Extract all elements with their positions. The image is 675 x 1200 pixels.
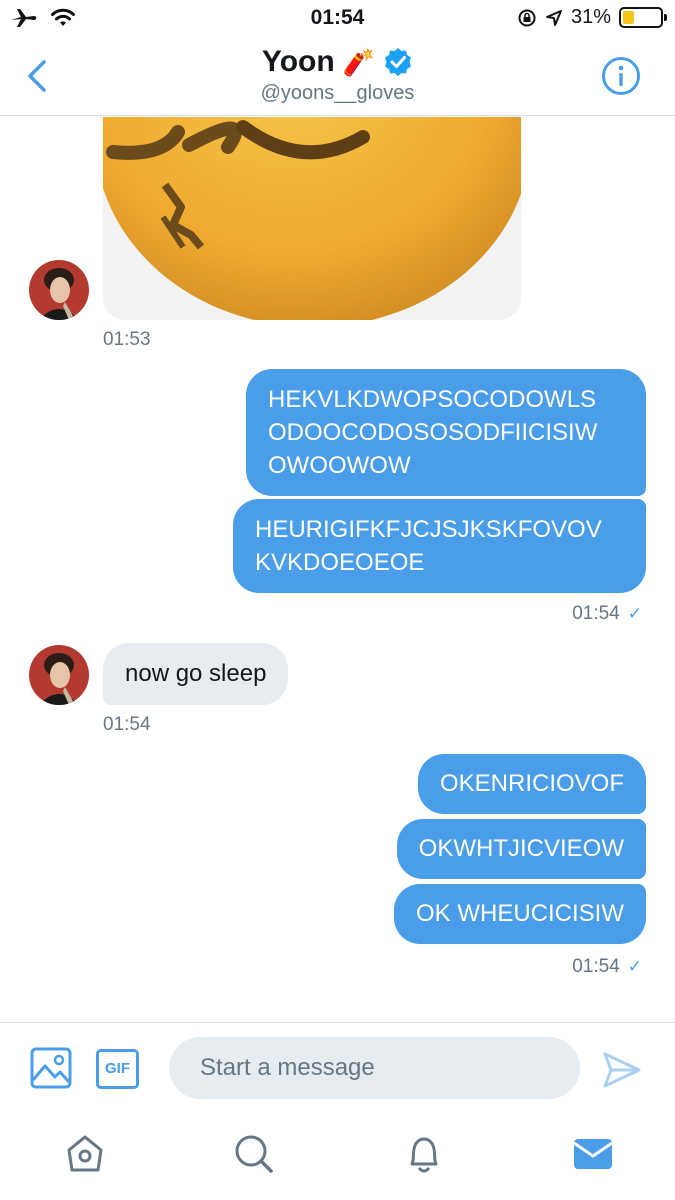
battery-level: [623, 11, 635, 24]
message-composer: GIF: [0, 1022, 675, 1112]
message-timestamp: 01:54: [103, 714, 151, 735]
read-check-icon: ✓: [627, 957, 642, 976]
messages-icon[interactable]: [571, 1132, 615, 1176]
image-message[interactable]: [103, 117, 521, 320]
location-icon: [545, 9, 562, 26]
outgoing-message[interactable]: HEKVLKDWOPSOCODOWLS ODOOCODOSOSODFIICISI…: [246, 369, 646, 496]
header-title-block[interactable]: Yoon 🧨 @yoons__gloves: [0, 44, 675, 105]
bottom-tab-bar: [0, 1112, 675, 1200]
battery-percentage: 31%: [570, 6, 611, 28]
battery-icon: [619, 7, 667, 28]
pensive-emoji-image: [103, 117, 521, 320]
conversation-header: Yoon 🧨 @yoons__gloves: [0, 38, 675, 116]
notifications-icon[interactable]: [402, 1132, 446, 1176]
message-timestamp: 01:54 ✓: [572, 956, 642, 977]
contact-avatar[interactable]: [29, 645, 89, 705]
outgoing-message[interactable]: OK WHEUCICISIW: [394, 884, 646, 944]
message-timestamp: 01:54 ✓: [572, 603, 642, 624]
info-icon[interactable]: [601, 56, 641, 96]
message-list[interactable]: 01:53 HEKVLKDWOPSOCODOWLS ODOOCODOSOSODF…: [0, 117, 675, 1022]
verified-badge-icon: [385, 48, 412, 76]
incoming-message[interactable]: now go sleep: [103, 643, 289, 705]
orientation-lock-icon: [518, 9, 536, 26]
status-bar: 01:54 31%: [0, 0, 675, 38]
message-input[interactable]: [169, 1037, 580, 1099]
gif-icon[interactable]: GIF: [96, 1049, 139, 1089]
message-timestamp: 01:53: [103, 329, 151, 350]
home-icon[interactable]: [63, 1132, 107, 1176]
outgoing-message[interactable]: OKWHTJICVIEOW: [396, 819, 646, 879]
status-right: 31%: [517, 6, 667, 29]
send-icon[interactable]: [602, 1050, 642, 1090]
image-icon[interactable]: [30, 1047, 72, 1089]
contact-avatar[interactable]: [29, 260, 89, 320]
contact-handle: @yoons__gloves: [260, 82, 415, 104]
contact-name: Yoon: [261, 45, 335, 78]
outgoing-message[interactable]: HEURIGIFKFJCJSJKSKFOVOV KVKDOEOEOE: [233, 499, 646, 593]
dynamite-emoji: 🧨: [342, 46, 376, 77]
search-icon[interactable]: [232, 1132, 276, 1176]
read-check-icon: ✓: [627, 604, 642, 623]
outgoing-message[interactable]: OKENRICIOVOF: [417, 754, 646, 814]
